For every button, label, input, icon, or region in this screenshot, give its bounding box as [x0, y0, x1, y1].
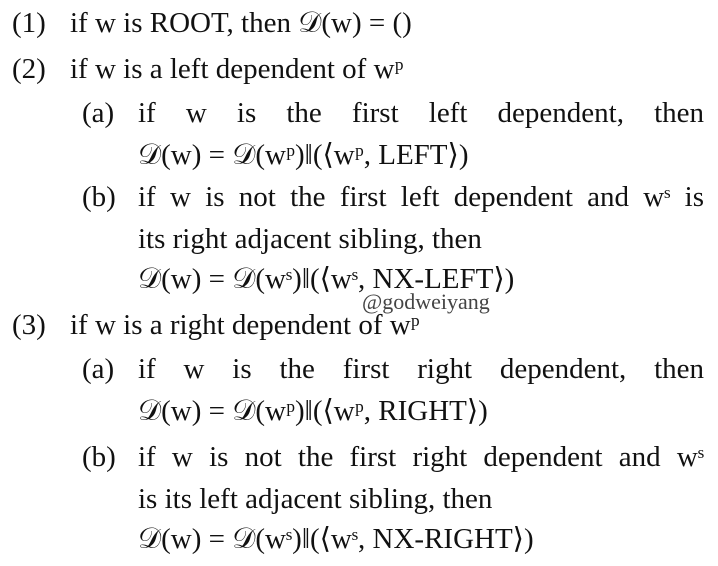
- rule-3a-text: if w is the first right dependent, then: [138, 353, 704, 385]
- rule-2a-text: if w is the first left dependent, then: [138, 97, 704, 129]
- rule-3b-line-2: is its left adjacent sibling, then: [138, 483, 493, 515]
- rule-2b-line-2: its right adjacent sibling, then: [138, 223, 482, 255]
- rule-3-label: (3): [12, 309, 46, 341]
- rule-2a-label: (a): [82, 97, 115, 129]
- rule-2-text: if w is a left dependent of wᵖ: [70, 53, 404, 85]
- rule-2-label: (2): [12, 53, 46, 85]
- rule-1-text: if w is ROOT, then 𝒟(w) = (): [70, 7, 412, 39]
- rule-2a-formula: 𝒟(w) = 𝒟(wᵖ)‖(⟨wᵖ, LEFT⟩): [138, 139, 469, 171]
- rule-3a-formula: 𝒟(w) = 𝒟(wᵖ)‖(⟨wᵖ, RIGHT⟩): [138, 395, 488, 427]
- rule-2b-label: (b): [82, 181, 116, 213]
- rule-3b-label: (b): [82, 441, 116, 473]
- rule-3b-formula: 𝒟(w) = 𝒟(wˢ)‖(⟨wˢ, NX-RIGHT⟩): [138, 523, 534, 555]
- rule-3a-label: (a): [82, 353, 115, 385]
- watermark: @godweiyang: [362, 289, 490, 314]
- rule-3b-text: if w is not the first right dependent an…: [138, 441, 704, 473]
- rule-1-label: (1): [12, 7, 46, 39]
- rule-2b-text: if w is not the first left dependent and…: [138, 181, 704, 213]
